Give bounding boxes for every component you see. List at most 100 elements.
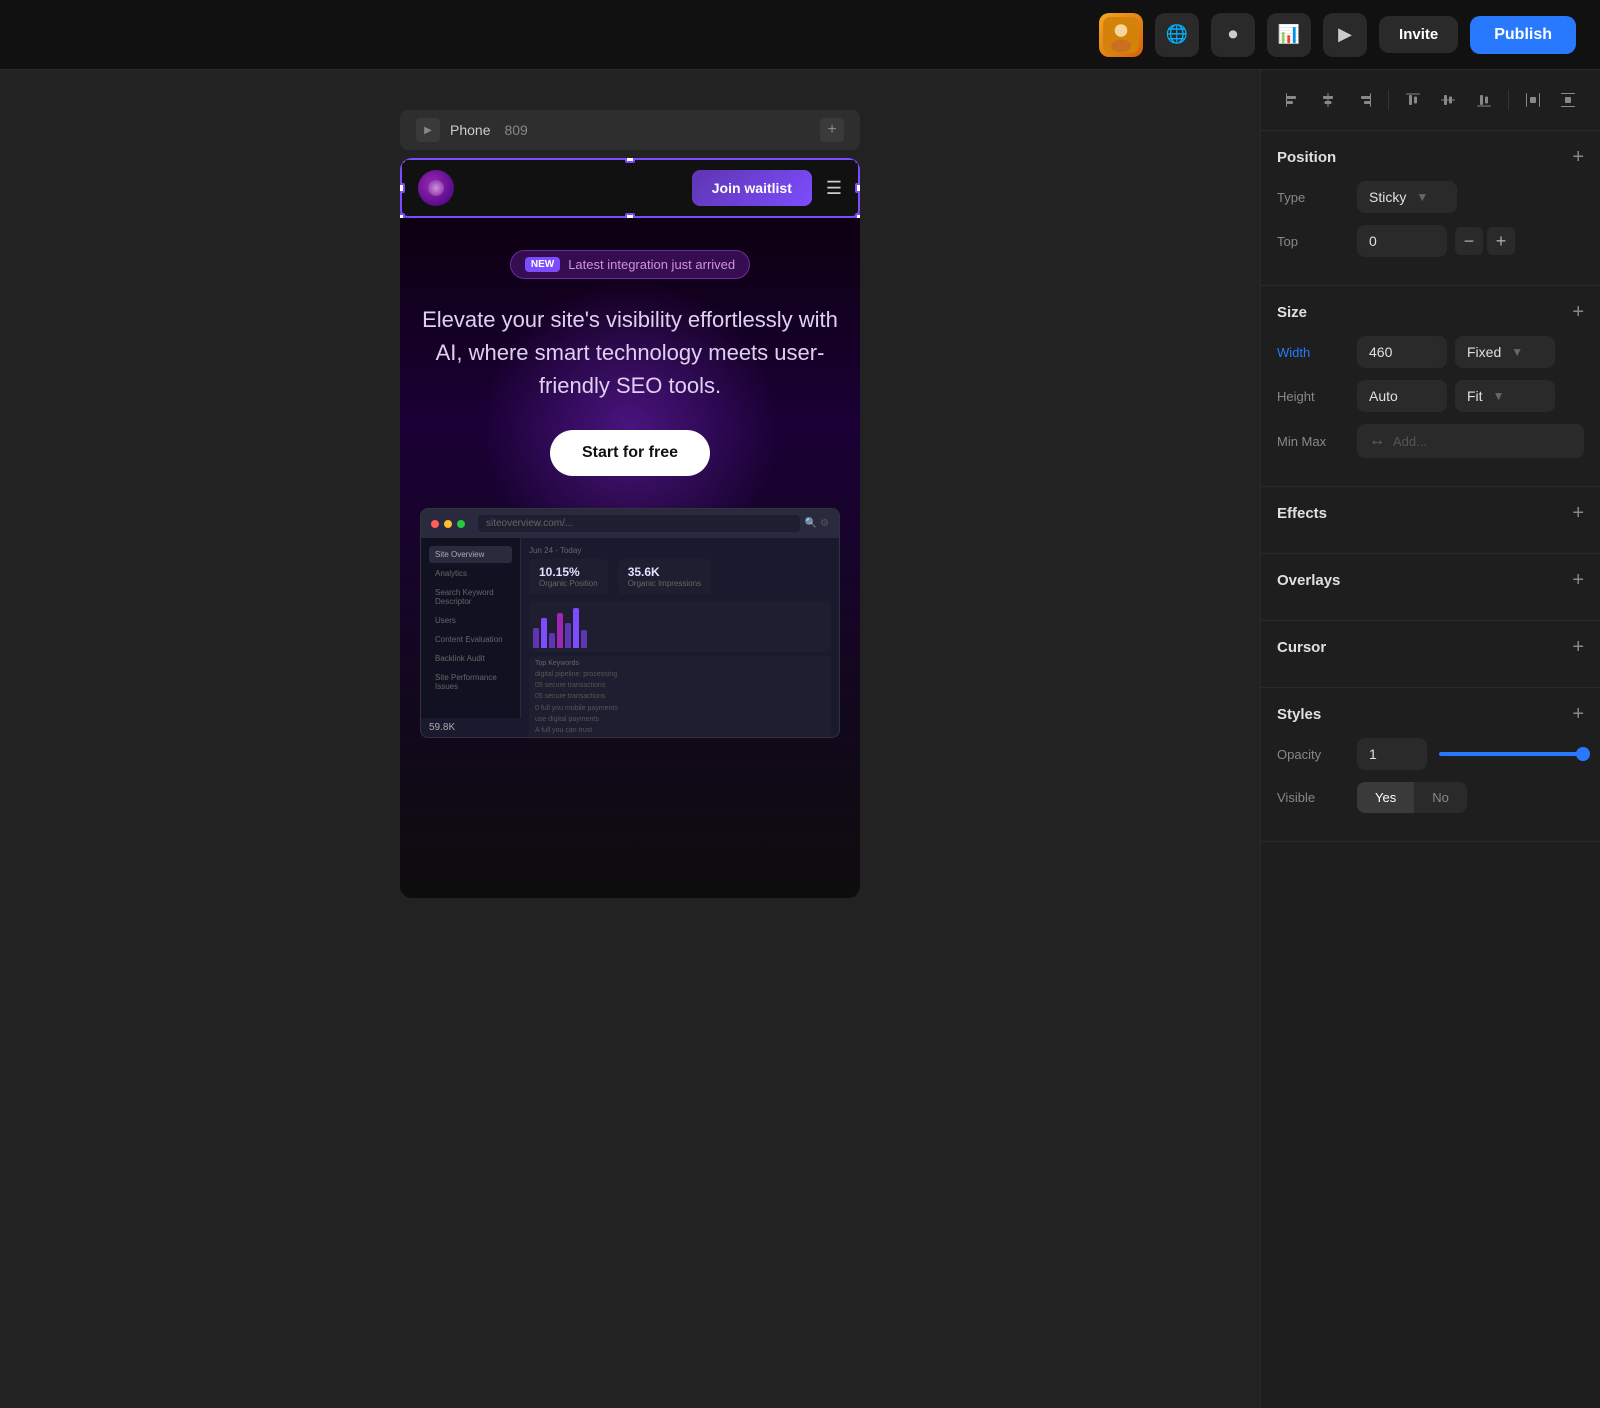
phone-frame: ☰ Join waitlist ☰ xyxy=(400,158,860,898)
dash-sidebar-content: Content Evaluation xyxy=(429,631,512,648)
canvas-area: ▶ Phone 809 + ☰ Join waitlist ☰ xyxy=(0,70,1260,1408)
selection-handle-tl[interactable] xyxy=(400,158,405,163)
dash-search-icon: 🔍 ⚙ xyxy=(805,518,829,529)
width-mode-dropdown[interactable]: Fixed ▼ xyxy=(1455,336,1555,368)
dash-keywords-box: Top Keywords digital pipeline: processin… xyxy=(529,656,831,738)
cursor-add-btn[interactable]: + xyxy=(1572,637,1584,657)
phone-label-bar: ▶ Phone 809 + xyxy=(400,110,860,150)
record-icon-btn[interactable]: ⏺ xyxy=(1211,13,1255,57)
dash-chart xyxy=(529,602,831,652)
phone-add-btn[interactable]: + xyxy=(820,118,844,142)
visible-no-btn[interactable]: No xyxy=(1414,782,1467,813)
top-stepper: − + xyxy=(1455,227,1515,255)
minmax-input[interactable]: ↔ Add... xyxy=(1357,424,1584,458)
visible-yes-btn[interactable]: Yes xyxy=(1357,782,1414,813)
height-input[interactable] xyxy=(1357,380,1447,412)
opacity-row: Opacity xyxy=(1277,738,1584,770)
height-mode-dropdown[interactable]: Fit ▼ xyxy=(1455,380,1555,412)
align-bottom-btn[interactable] xyxy=(1468,84,1500,116)
badge-new-text: Latest integration just arrived xyxy=(568,257,735,272)
opacity-slider-row xyxy=(1439,752,1584,756)
selection-handle-tm[interactable] xyxy=(625,158,635,163)
dash-stat-2-val: 35.6K xyxy=(628,565,701,579)
effects-add-btn[interactable]: + xyxy=(1572,503,1584,523)
nav-logo-inner xyxy=(428,180,444,196)
badge-new-label: NEW xyxy=(525,257,560,272)
chart-icon-btn[interactable]: 📊 xyxy=(1267,13,1311,57)
dash-body: Site Overview Analytics Search Keyword D… xyxy=(421,538,839,718)
overlays-add-btn[interactable]: + xyxy=(1572,570,1584,590)
globe-icon-btn[interactable]: 🌐 xyxy=(1155,13,1199,57)
overlays-section: Overlays + xyxy=(1261,554,1600,621)
effects-header: Effects + xyxy=(1277,503,1584,523)
main-layout: ▶ Phone 809 + ☰ Join waitlist ☰ xyxy=(0,70,1600,1408)
top-input[interactable] xyxy=(1357,225,1447,257)
dash-stat-1-val: 10.15% xyxy=(539,565,598,579)
align-right-btn[interactable] xyxy=(1348,84,1380,116)
cursor-header: Cursor + xyxy=(1277,637,1584,657)
chart-bar-2 xyxy=(541,618,547,648)
dash-url-bar: siteoverview.com/... xyxy=(478,515,800,532)
opacity-input[interactable] xyxy=(1357,738,1427,770)
dash-keywords-label: Top Keywords xyxy=(535,660,825,667)
position-title: Position xyxy=(1277,149,1336,166)
styles-section: Styles + Opacity Visible Yes No xyxy=(1261,688,1600,842)
phone-content: NEW Latest integration just arrived Elev… xyxy=(400,218,860,898)
minmax-icon: ↔ xyxy=(1369,432,1385,450)
type-chevron: ▼ xyxy=(1416,190,1428,204)
chart-bar-4 xyxy=(557,613,563,648)
dash-stat-1: 10.15% Organic Position xyxy=(529,559,608,594)
align-left-btn[interactable] xyxy=(1277,84,1309,116)
phone-play-icon[interactable]: ▶ xyxy=(416,118,440,142)
selection-handle-tr[interactable] xyxy=(855,158,860,163)
minmax-placeholder: Add... xyxy=(1393,434,1427,449)
dash-keywords: Top Keywords digital pipeline: processin… xyxy=(529,656,831,738)
dash-topbar: siteoverview.com/... 🔍 ⚙ xyxy=(421,509,839,538)
new-badge: NEW Latest integration just arrived xyxy=(510,250,750,279)
selection-handle-ml[interactable] xyxy=(400,183,405,193)
start-for-free-button[interactable]: Start for free xyxy=(550,430,710,476)
chart-bar-1 xyxy=(533,628,539,648)
top-label: Top xyxy=(1277,234,1357,249)
top-increment-btn[interactable]: + xyxy=(1487,227,1515,255)
chart-bar-6 xyxy=(573,608,579,648)
join-waitlist-button[interactable]: Join waitlist xyxy=(692,170,812,206)
styles-header: Styles + xyxy=(1277,704,1584,724)
width-input[interactable] xyxy=(1357,336,1447,368)
size-add-btn[interactable]: + xyxy=(1572,302,1584,322)
top-decrement-btn[interactable]: − xyxy=(1455,227,1483,255)
publish-button[interactable]: Publish xyxy=(1470,16,1576,54)
distribute-v-btn[interactable] xyxy=(1552,84,1584,116)
type-value: Sticky xyxy=(1369,189,1406,205)
top-row: Top − + xyxy=(1277,225,1584,257)
align-top-btn[interactable] xyxy=(1397,84,1429,116)
selection-handle-mr[interactable] xyxy=(855,183,860,193)
position-header: Position + xyxy=(1277,147,1584,167)
distribute-h-btn[interactable] xyxy=(1517,84,1549,116)
visible-label: Visible xyxy=(1277,790,1357,805)
dash-stats: 10.15% Organic Position 35.6K Organic Im… xyxy=(529,559,831,594)
dash-keywords-items: digital pipeline: processing 05 secure t… xyxy=(535,669,825,736)
width-mode-value: Fixed xyxy=(1467,344,1501,360)
minmax-row: Min Max ↔ Add... xyxy=(1277,424,1584,458)
styles-add-btn[interactable]: + xyxy=(1572,704,1584,724)
opacity-slider[interactable] xyxy=(1439,752,1584,756)
align-center-h-btn[interactable] xyxy=(1313,84,1345,116)
user-avatar[interactable] xyxy=(1099,13,1143,57)
align-center-v-btn[interactable] xyxy=(1432,84,1464,116)
play-icon-btn[interactable]: ▶ xyxy=(1323,13,1367,57)
opacity-slider-thumb xyxy=(1576,747,1590,761)
topbar: 🌐 ⏺ 📊 ▶ Invite Publish xyxy=(0,0,1600,70)
effects-section: Effects + xyxy=(1261,487,1600,554)
cursor-title: Cursor xyxy=(1277,639,1326,656)
phone-navbar[interactable]: Join waitlist ☰ xyxy=(400,158,860,218)
cursor-section: Cursor + xyxy=(1261,621,1600,688)
width-row: Width Fixed ▼ xyxy=(1277,336,1584,368)
dash-date: Jun 24 - Today xyxy=(529,546,831,555)
type-row: Type Sticky ▼ xyxy=(1277,181,1584,213)
phone-number: 809 xyxy=(504,122,527,138)
invite-button[interactable]: Invite xyxy=(1379,16,1458,53)
hamburger-icon[interactable]: ☰ xyxy=(826,178,842,199)
position-add-btn[interactable]: + xyxy=(1572,147,1584,167)
type-dropdown[interactable]: Sticky ▼ xyxy=(1357,181,1457,213)
